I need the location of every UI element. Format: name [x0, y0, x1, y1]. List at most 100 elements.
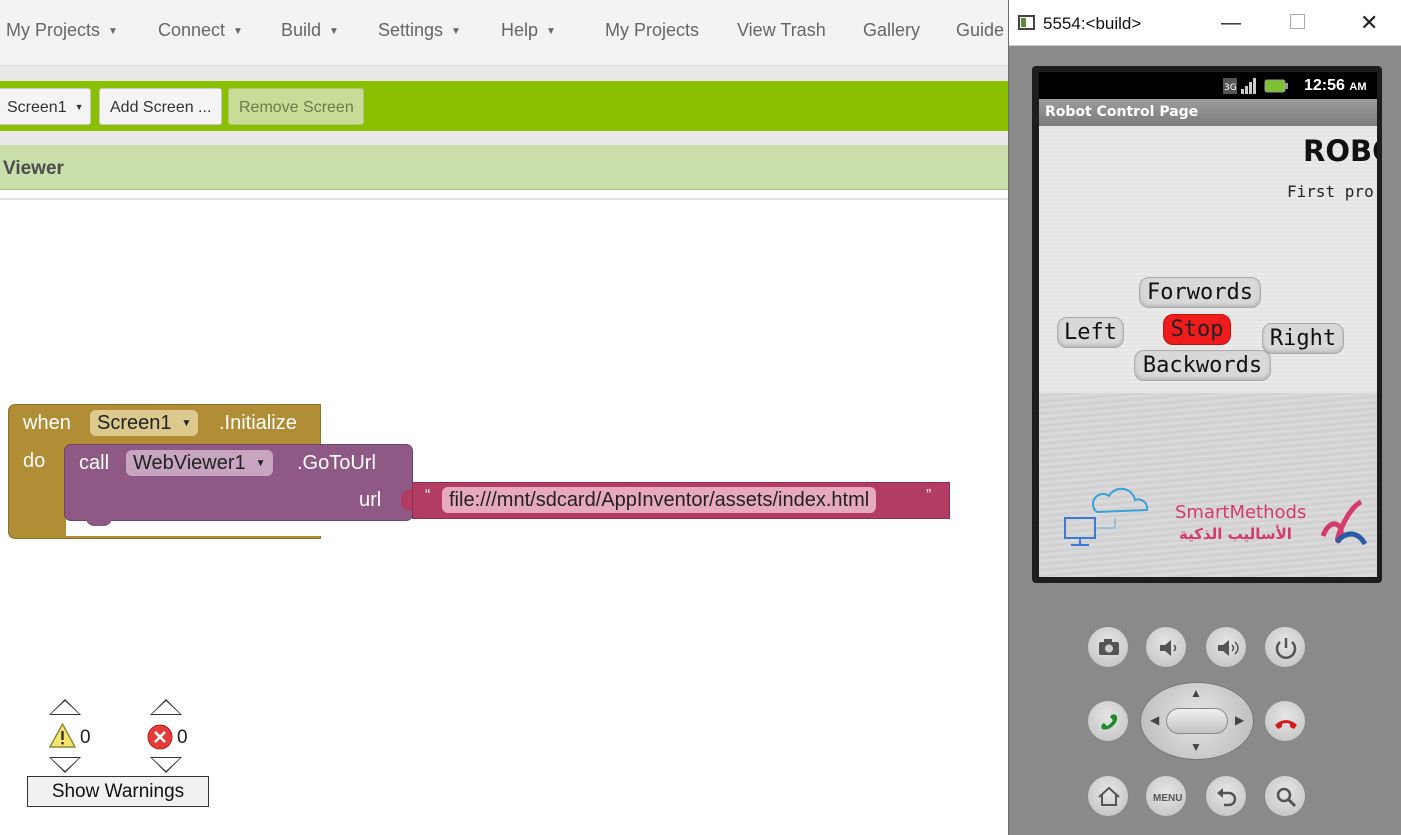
- android-status-bar: 3G 12:56 AM: [1039, 72, 1377, 99]
- call-component-label: WebViewer1: [133, 452, 246, 474]
- top-menu-bar: My Projects ▼ Connect ▼ Build ▼ Settings ▼ H…: [0, 0, 1010, 66]
- app-window-icon: [1018, 15, 1035, 30]
- dpad-right-icon[interactable]: ▶: [1235, 713, 1244, 727]
- power-button[interactable]: [1264, 626, 1306, 668]
- separator: [0, 131, 1010, 145]
- separator: [0, 66, 1010, 81]
- show-warnings-button[interactable]: Show Warnings: [27, 776, 209, 807]
- menu-build[interactable]: Build ▼: [281, 20, 339, 41]
- menu-help[interactable]: Help ▼: [501, 20, 556, 41]
- menu-help-label: Help: [501, 20, 539, 40]
- menu-icon: MENU: [1153, 793, 1182, 804]
- volume-up-button[interactable]: [1205, 626, 1247, 668]
- call-component-dropdown[interactable]: WebViewer1 ▼: [126, 450, 273, 476]
- call-method-label: .GoToUrl: [297, 452, 376, 474]
- svg-text:3G: 3G: [1224, 83, 1237, 93]
- screen-toolbar: Screen1 ▼ Add Screen ... Remove Screen: [0, 81, 1010, 131]
- status-clock: 12:56 AM: [1304, 77, 1366, 95]
- minimize-icon[interactable]: —: [1221, 12, 1241, 35]
- url-text-field[interactable]: file:///mnt/sdcard/AppInventor/assets/in…: [442, 487, 877, 513]
- close-quote-label: ”: [926, 487, 932, 504]
- chevron-down-icon: ▼: [74, 102, 84, 112]
- menu-button[interactable]: MENU: [1145, 775, 1187, 817]
- camera-icon: [1099, 639, 1119, 655]
- chevron-down-icon: ▼: [255, 458, 266, 469]
- page-heading: ROBO: [1303, 134, 1377, 168]
- app-title: Robot Control Page: [1045, 104, 1199, 120]
- home-button[interactable]: [1087, 775, 1129, 817]
- forward-button[interactable]: Forwords: [1139, 277, 1261, 308]
- home-icon: [1098, 786, 1120, 806]
- stop-button[interactable]: Stop: [1163, 314, 1231, 345]
- end-call-button[interactable]: [1264, 700, 1306, 742]
- call-button[interactable]: [1087, 700, 1129, 742]
- close-icon[interactable]: ✕: [1360, 10, 1378, 36]
- status-time: 12:56: [1304, 77, 1345, 94]
- open-quote-label: “: [425, 487, 431, 504]
- viewer-header: Viewer: [0, 145, 1010, 190]
- event-name-label: .Initialize: [219, 412, 297, 434]
- chevron-down-icon: ▼: [329, 26, 339, 37]
- chevron-down-icon: ▼: [181, 418, 192, 429]
- camera-button[interactable]: [1087, 626, 1129, 668]
- screen-select-dropdown[interactable]: Screen1 ▼: [0, 88, 91, 125]
- emulator-window-title: 5554:<build>: [1043, 14, 1142, 33]
- menu-connect-label: Connect: [158, 20, 226, 40]
- error-count: 0: [177, 727, 188, 748]
- menu-connect[interactable]: Connect ▼: [158, 20, 243, 41]
- smartmethods-logo-icon: [1320, 499, 1368, 546]
- menu-settings-label: Settings: [378, 20, 444, 40]
- page-subheading: First pro: [1287, 182, 1374, 201]
- block-connector: [86, 518, 112, 526]
- phone-call-icon: [1101, 714, 1118, 730]
- dpad-up-icon[interactable]: ▲: [1190, 686, 1202, 700]
- event-component-dropdown[interactable]: Screen1 ▼: [90, 410, 199, 436]
- remove-screen-button[interactable]: Remove Screen: [228, 88, 364, 125]
- chevron-down-icon: ▼: [546, 26, 556, 37]
- back-icon: [1217, 788, 1237, 807]
- smartmethods-logo-arabic: الأساليب الذكية: [1179, 525, 1292, 543]
- link-gallery[interactable]: Gallery: [863, 20, 920, 41]
- emulator-titlebar: 5554:<build> — ✕: [1009, 0, 1401, 46]
- add-screen-button[interactable]: Add Screen ...: [99, 88, 222, 125]
- warning-count: 0: [80, 727, 91, 748]
- search-button[interactable]: [1264, 775, 1306, 817]
- phone-screen: 3G 12:56 AM Robot Control Page ROBO Firs…: [1039, 72, 1377, 577]
- maximize-icon[interactable]: [1290, 14, 1305, 29]
- chevron-down-icon: ▼: [451, 26, 461, 37]
- dpad-center-button[interactable]: [1166, 708, 1228, 734]
- cloud-computer-logo-icon: [1064, 487, 1149, 546]
- error-next-arrow-icon[interactable]: [150, 757, 182, 773]
- dpad-down-icon[interactable]: ▼: [1190, 740, 1202, 754]
- call-param-url-label: url: [359, 489, 382, 511]
- menu-my-projects-label: My Projects: [6, 20, 101, 40]
- app-title-bar: Robot Control Page: [1039, 99, 1377, 126]
- signal-battery-icon: 3G: [1223, 77, 1297, 98]
- link-guide[interactable]: Guide: [956, 20, 1004, 41]
- right-button[interactable]: Right: [1262, 323, 1344, 354]
- volume-down-button[interactable]: [1145, 626, 1187, 668]
- event-component-label: Screen1: [97, 412, 172, 434]
- chevron-down-icon: ▼: [233, 26, 243, 37]
- chevron-down-icon: ▼: [108, 26, 118, 37]
- warning-icon: [49, 723, 76, 748]
- volume-down-icon: [1160, 640, 1177, 656]
- search-icon: [1276, 787, 1297, 808]
- event-when-label: when: [23, 412, 71, 434]
- link-view-trash[interactable]: View Trash: [737, 20, 826, 41]
- menu-settings[interactable]: Settings ▼: [378, 20, 461, 41]
- backward-button[interactable]: Backwords: [1134, 350, 1271, 381]
- warning-prev-arrow-icon[interactable]: [49, 699, 81, 715]
- link-my-projects[interactable]: My Projects: [605, 20, 699, 41]
- error-prev-arrow-icon[interactable]: [150, 699, 182, 715]
- left-button[interactable]: Left: [1057, 317, 1124, 348]
- svg-text:MENU: MENU: [1153, 793, 1182, 804]
- viewer-title: Viewer: [3, 158, 64, 179]
- menu-my-projects[interactable]: My Projects ▼: [6, 20, 118, 41]
- warning-next-arrow-icon[interactable]: [49, 757, 81, 773]
- back-button[interactable]: [1205, 775, 1247, 817]
- dpad-left-icon[interactable]: ◀: [1150, 713, 1159, 727]
- error-icon: [147, 724, 173, 750]
- volume-up-icon: [1218, 640, 1239, 656]
- divider: [0, 198, 1010, 200]
